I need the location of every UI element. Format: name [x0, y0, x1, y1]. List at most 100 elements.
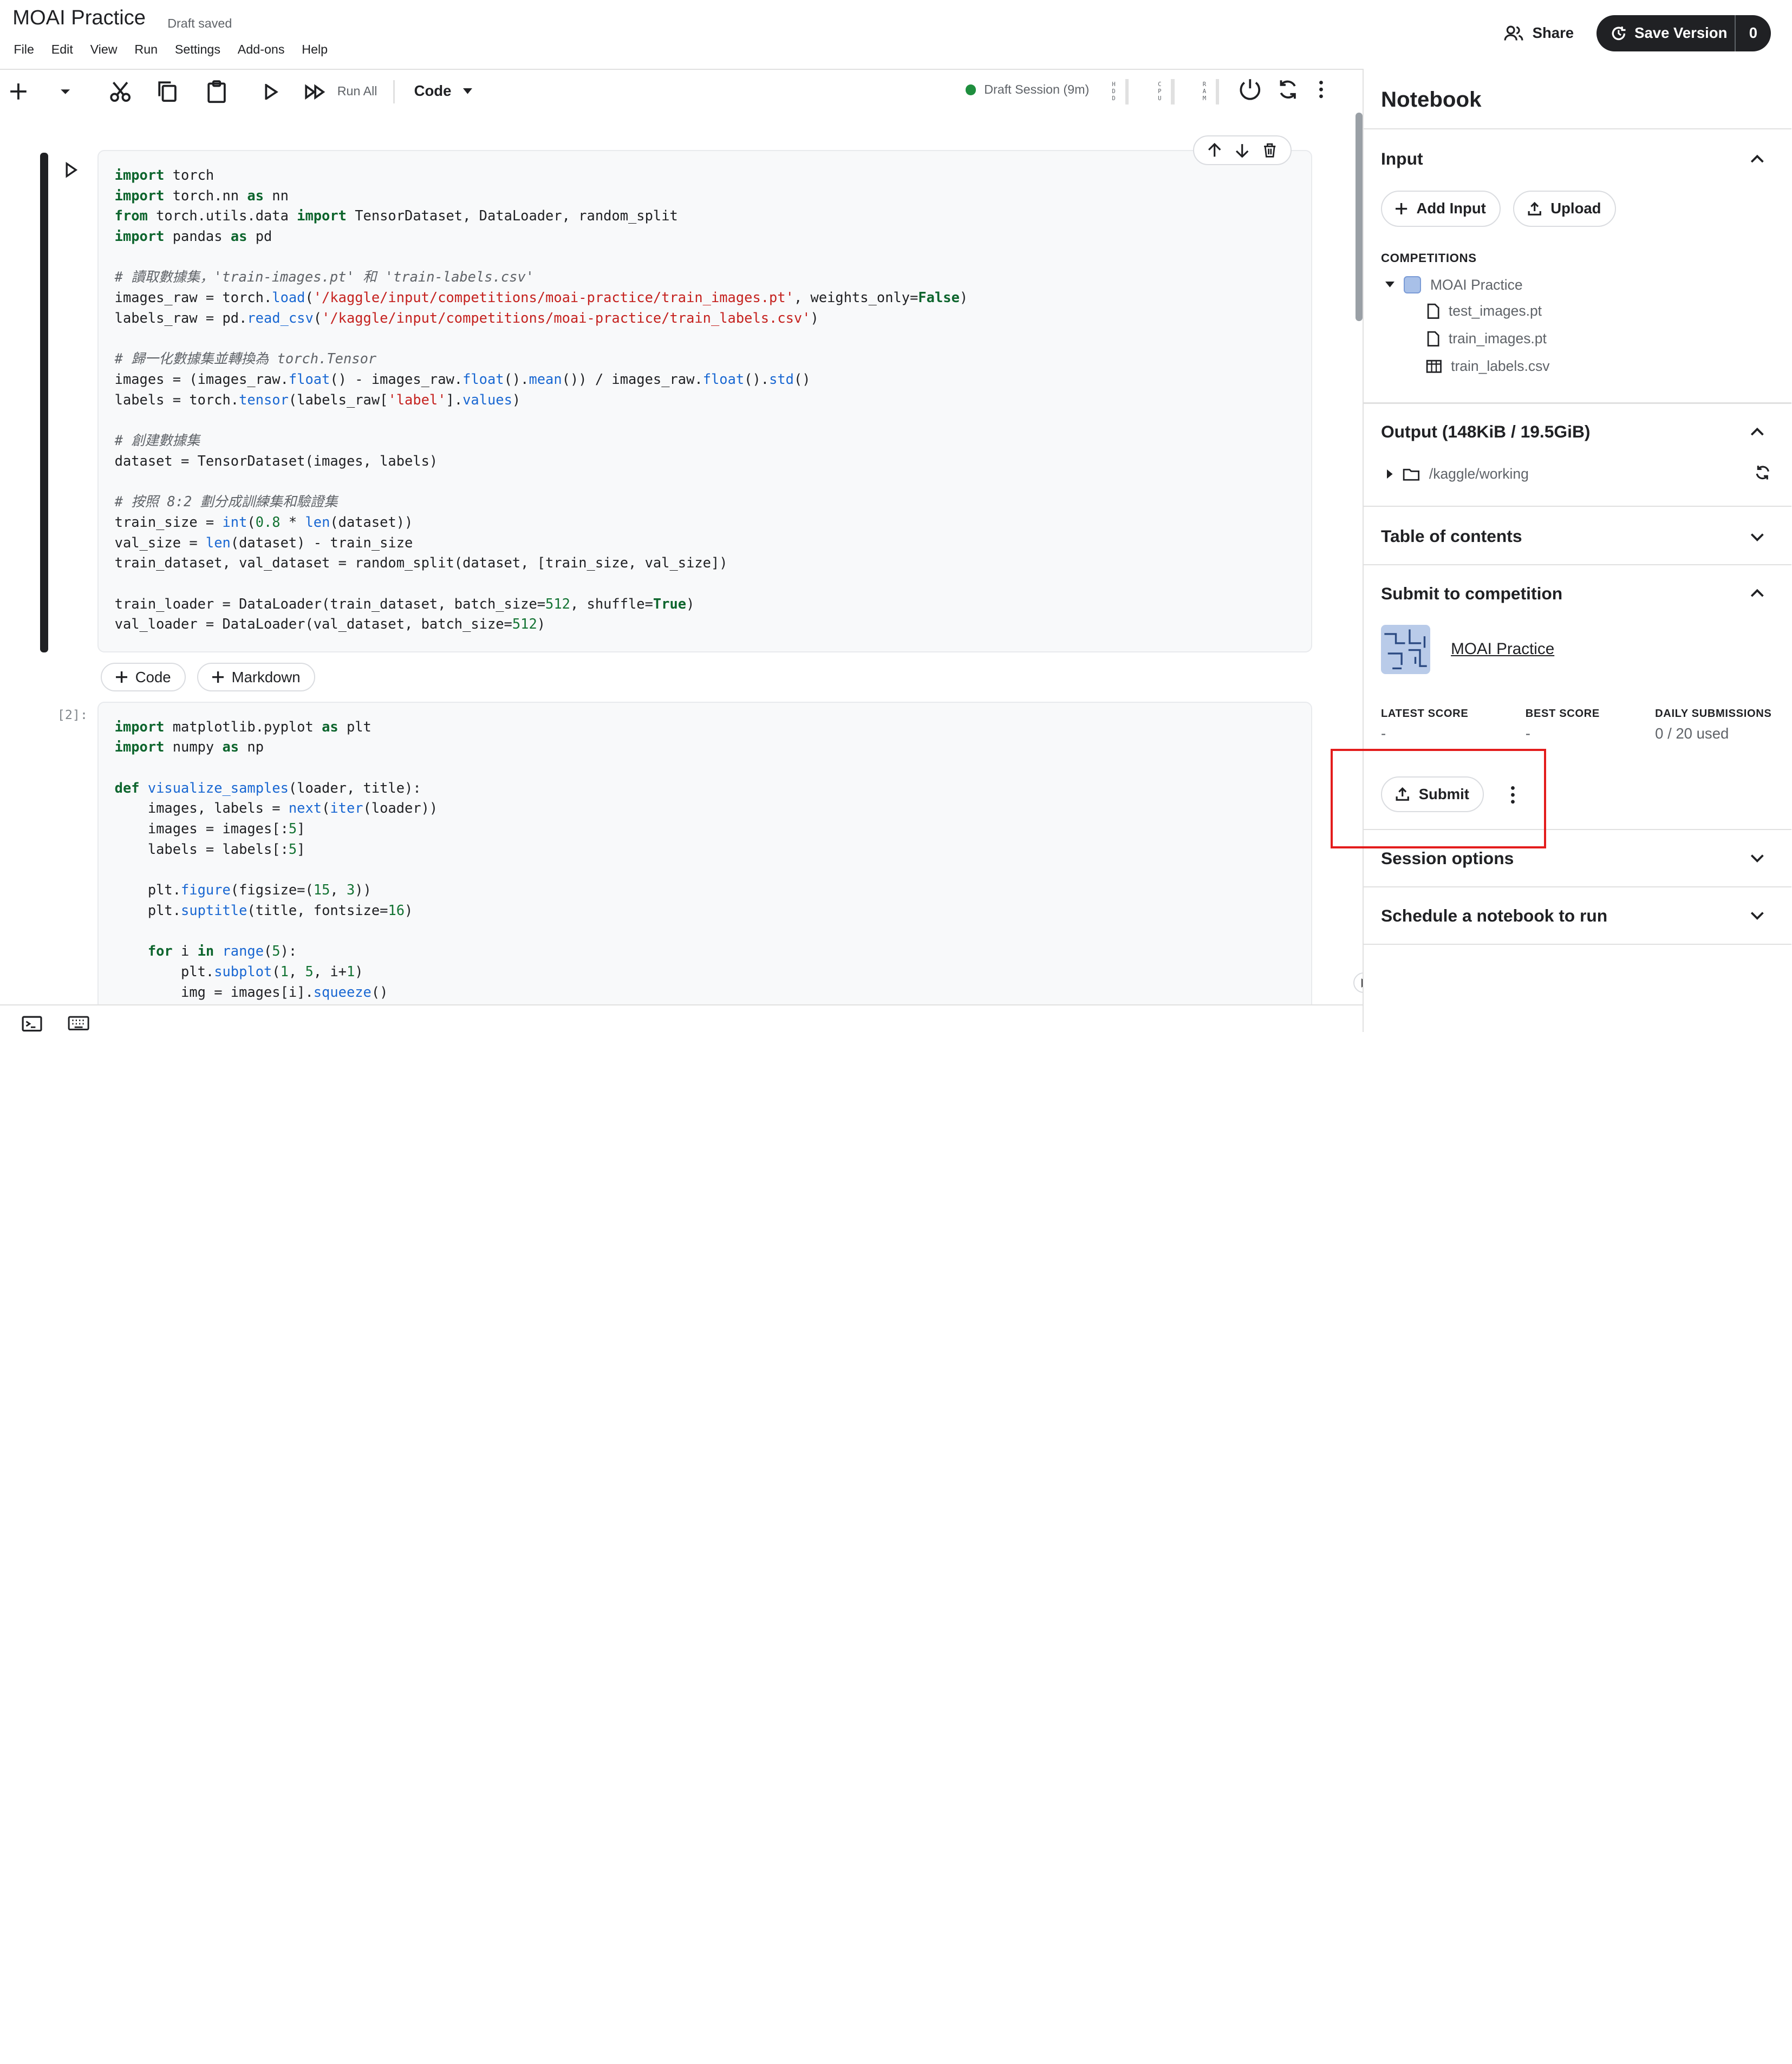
chevron-down-icon[interactable] — [1749, 850, 1765, 866]
side-panel-title: Notebook — [1380, 87, 1482, 112]
more-options-icon[interactable] — [1317, 78, 1326, 101]
best-score-value: - — [1525, 724, 1530, 742]
code-cell-1[interactable]: import torch import torch.nn as nn from … — [97, 150, 1312, 653]
daily-submissions-value: 0 / 20 used — [1655, 724, 1729, 742]
save-version-label: Save Version — [1634, 24, 1728, 42]
menu-settings[interactable]: Settings — [175, 42, 220, 57]
file-name: train_images.pt — [1448, 330, 1547, 347]
cpu-meter[interactable]: CPU — [1156, 78, 1184, 106]
add-input-label: Add Input — [1416, 200, 1486, 217]
competition-tree-item[interactable]: MOAI Practice — [1385, 276, 1523, 294]
hdd-meter[interactable]: HDD — [1110, 78, 1138, 106]
upload-button[interactable]: Upload — [1513, 190, 1616, 227]
cell-type-select[interactable]: Code — [414, 82, 472, 100]
file-name: test_images.pt — [1448, 303, 1542, 319]
table-icon — [1426, 360, 1442, 373]
chevron-up-icon[interactable] — [1749, 586, 1765, 602]
ram-meter[interactable]: RAM — [1201, 78, 1229, 106]
divider — [1364, 944, 1792, 945]
competition-pattern-icon — [1384, 629, 1427, 670]
menu-help[interactable]: Help — [302, 42, 328, 57]
output-folder-item[interactable]: /kaggle/working — [1386, 465, 1529, 482]
run-cell-icon[interactable] — [263, 80, 279, 103]
save-version-button[interactable]: Save Version 0 — [1596, 15, 1771, 52]
code-cell-2[interactable]: import matplotlib.pyplot as plt import n… — [97, 702, 1312, 1012]
best-score-label: BEST SCORE — [1525, 707, 1600, 720]
add-cell-dropdown-icon[interactable] — [58, 80, 72, 103]
people-icon — [1504, 25, 1523, 41]
add-markdown-label: Markdown — [231, 668, 301, 685]
plus-icon — [1396, 203, 1407, 215]
add-code-cell-button[interactable]: Code — [101, 663, 186, 692]
file-icon — [1427, 303, 1439, 319]
restart-icon[interactable] — [1276, 78, 1299, 101]
schedule-heading[interactable]: Schedule a notebook to run — [1381, 906, 1607, 926]
divider — [1364, 886, 1792, 888]
power-icon[interactable] — [1237, 78, 1263, 101]
header-divider — [0, 69, 1363, 70]
output-section-heading[interactable]: Output (148KiB / 19.5GiB) — [1381, 422, 1591, 442]
copy-icon[interactable] — [157, 80, 178, 103]
folder-icon — [1403, 468, 1420, 481]
paste-icon[interactable] — [206, 80, 227, 103]
notebook-side-panel: Notebook Input Add Input Upload COMPETIT… — [1363, 69, 1792, 1033]
submit-section-heading[interactable]: Submit to competition — [1381, 584, 1562, 604]
refresh-icon[interactable] — [1755, 465, 1771, 481]
console-icon[interactable] — [22, 1016, 42, 1032]
menu-run[interactable]: Run — [134, 42, 158, 57]
keyboard-icon[interactable] — [68, 1016, 89, 1031]
move-up-icon[interactable] — [1208, 142, 1221, 158]
notebook-toolbar: Run All Code Draft Session (9m) HDD CPU … — [0, 71, 1353, 112]
latest-score-label: LATEST SCORE — [1380, 707, 1469, 720]
file-item[interactable]: test_images.pt — [1427, 303, 1542, 319]
cell-type-label: Code — [414, 82, 452, 100]
cell-toolbar — [1193, 135, 1292, 165]
menu-edit[interactable]: Edit — [51, 42, 73, 57]
divider — [1364, 402, 1792, 404]
play-icon — [66, 161, 77, 178]
cut-icon[interactable] — [109, 80, 132, 103]
run-all-button[interactable]: Run All — [337, 84, 377, 99]
kaggle-notebook-editor: MOAI Practice Draft saved File Edit View… — [0, 0, 1792, 1033]
chevron-down-icon — [462, 88, 472, 94]
toc-section-heading[interactable]: Table of contents — [1381, 526, 1522, 546]
chevron-down-icon[interactable] — [1749, 907, 1765, 923]
chevron-up-icon[interactable] — [1749, 424, 1765, 441]
competition-link[interactable]: MOAI Practice — [1451, 640, 1554, 658]
version-count[interactable]: 0 — [1736, 24, 1771, 42]
session-status[interactable]: Draft Session (9m) — [966, 82, 1089, 97]
file-item[interactable]: train_images.pt — [1427, 330, 1547, 347]
folder-path: /kaggle/working — [1429, 465, 1529, 482]
add-markdown-cell-button[interactable]: Markdown — [197, 663, 316, 692]
delete-icon[interactable] — [1263, 143, 1276, 158]
upload-label: Upload — [1550, 200, 1601, 217]
menu-add-ons[interactable]: Add-ons — [238, 42, 285, 57]
notebook-scrollbar[interactable] — [1356, 112, 1363, 322]
dataset-thumb-icon — [1404, 276, 1422, 294]
competitions-label: COMPETITIONS — [1380, 251, 1477, 265]
run-cell-button[interactable] — [64, 161, 78, 183]
add-cell-icon[interactable] — [9, 80, 28, 103]
file-item[interactable]: train_labels.csv — [1426, 358, 1550, 375]
plus-icon — [115, 671, 127, 683]
add-input-button[interactable]: Add Input — [1380, 190, 1501, 227]
chevron-down-icon[interactable] — [1749, 528, 1765, 545]
daily-submissions-label: DAILY SUBMISSIONS — [1655, 707, 1772, 720]
run-all-icon[interactable] — [304, 80, 327, 103]
menu-view[interactable]: View — [90, 42, 118, 57]
share-button[interactable]: Share — [1497, 17, 1581, 49]
menu-file[interactable]: File — [14, 42, 34, 57]
bottom-bar — [0, 1004, 1363, 1033]
move-down-icon[interactable] — [1235, 143, 1249, 158]
session-options-heading[interactable]: Session options — [1381, 848, 1514, 868]
share-label: Share — [1532, 24, 1574, 42]
divider — [1364, 128, 1792, 130]
file-icon — [1427, 331, 1439, 347]
toolbar-divider — [393, 80, 395, 103]
competition-thumbnail[interactable] — [1380, 625, 1430, 675]
notebook-title[interactable]: MOAI Practice — [12, 6, 146, 30]
input-section-heading[interactable]: Input — [1381, 149, 1423, 169]
caret-down-icon — [1385, 281, 1395, 288]
file-name: train_labels.csv — [1451, 357, 1550, 374]
chevron-up-icon[interactable] — [1749, 152, 1765, 168]
